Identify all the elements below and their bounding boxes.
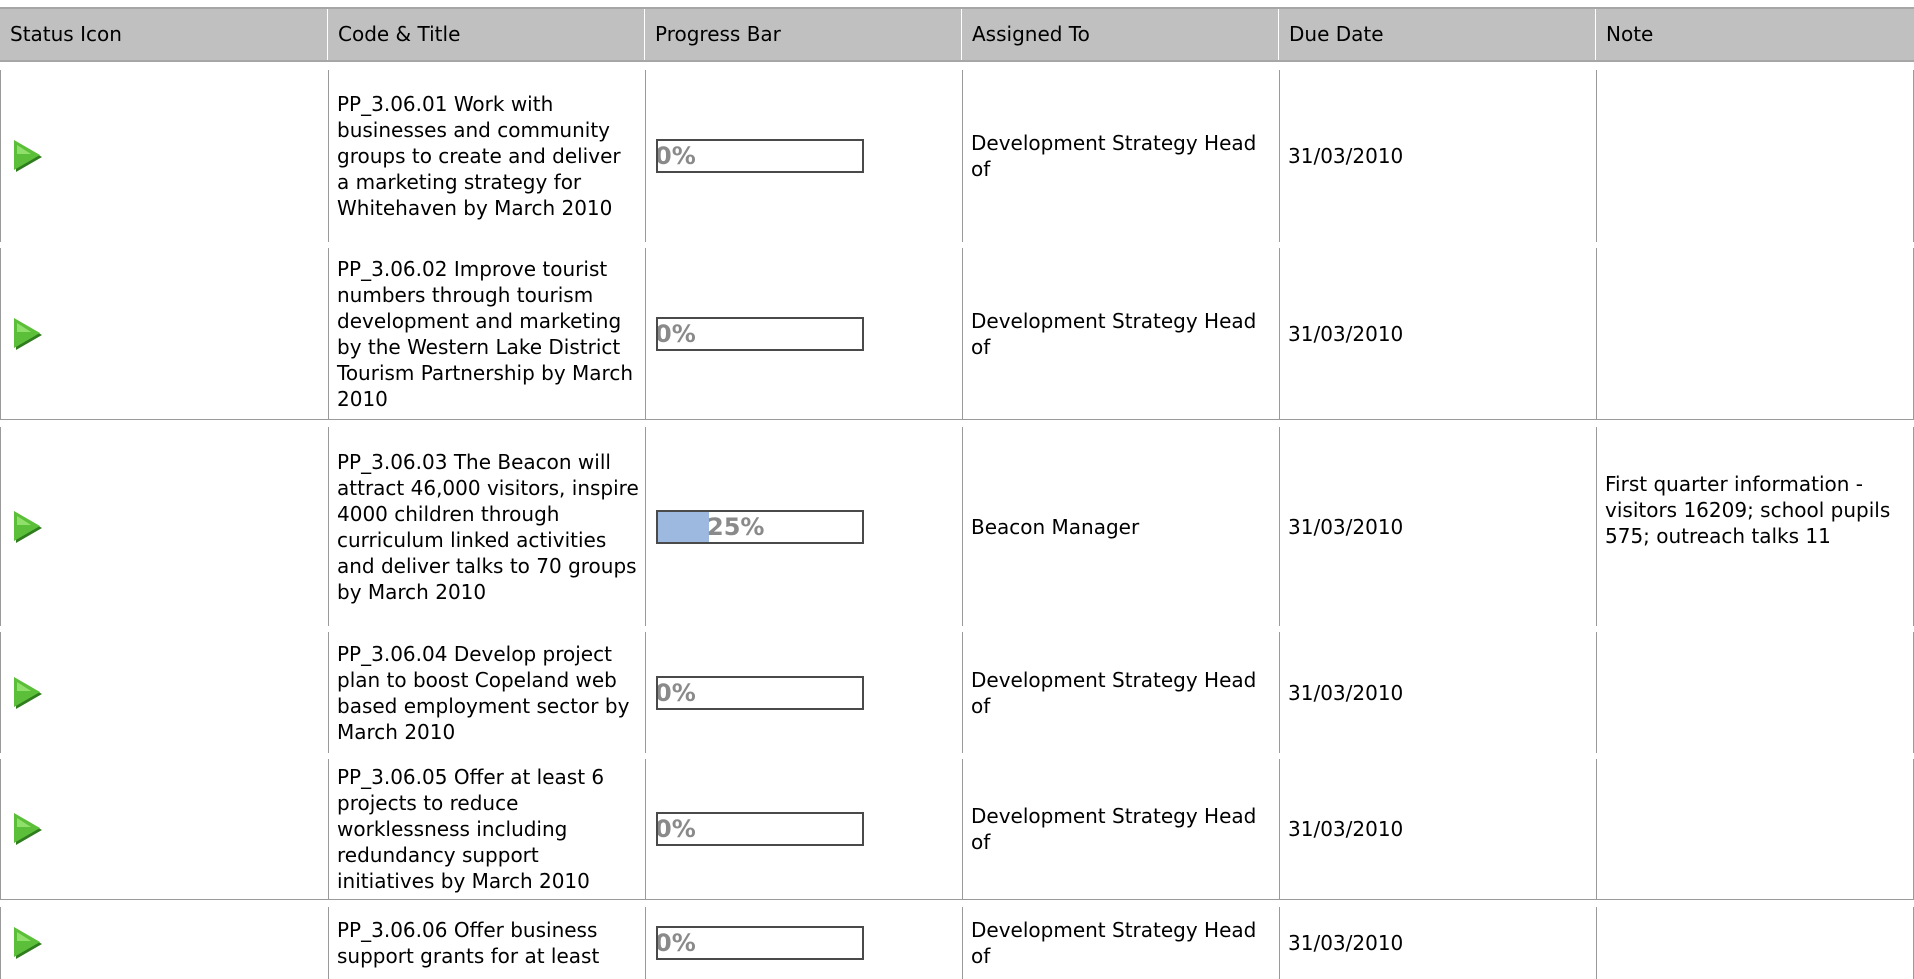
status-cell	[1, 248, 328, 419]
progress-cell: 0%	[645, 70, 962, 242]
action-title[interactable]: PP_3.06.05 Offer at least 6 projects to …	[337, 764, 639, 894]
status-cell	[1, 907, 328, 979]
status-cell	[1, 427, 328, 626]
progress-cell: 0%	[645, 632, 962, 753]
due-date-cell: 31/03/2010	[1279, 632, 1596, 753]
title-cell: PP_3.06.06 Offer business support grants…	[328, 907, 645, 979]
progress-label: 0%	[656, 319, 696, 348]
title-cell: PP_3.06.05 Offer at least 6 projects to …	[328, 759, 645, 899]
table-row[interactable]: PP_3.06.03 The Beacon will attract 46,00…	[0, 427, 1914, 626]
assigned-cell: Development Strategy Head of	[962, 759, 1279, 899]
title-cell: PP_3.06.03 The Beacon will attract 46,00…	[328, 427, 645, 626]
progress-cell: 0%	[645, 248, 962, 419]
status-cell	[1, 632, 328, 753]
progress-cell: 0%	[645, 759, 962, 899]
note-cell	[1596, 759, 1914, 899]
progress-label: 0%	[656, 678, 696, 707]
title-cell: PP_3.06.04 Develop project plan to boost…	[328, 632, 645, 753]
table-header: Status Icon Code & Title Progress Bar As…	[0, 7, 1914, 62]
title-cell: PP_3.06.01 Work with businesses and comm…	[328, 70, 645, 242]
due-date-cell: 31/03/2010	[1279, 759, 1596, 899]
table-row[interactable]: PP_3.06.01 Work with businesses and comm…	[0, 70, 1914, 242]
column-header-code-title[interactable]: Code & Title	[327, 9, 644, 60]
progress-label: 0%	[656, 815, 696, 843]
status-cell	[1, 70, 328, 242]
assigned-to: Beacon Manager	[971, 514, 1140, 539]
progress-bar-fill	[658, 511, 709, 542]
action-title[interactable]: PP_3.06.03 The Beacon will attract 46,00…	[337, 449, 639, 605]
progress-bar: 0%	[656, 812, 864, 846]
due-date: 31/03/2010	[1288, 514, 1404, 539]
green-play-icon[interactable]	[13, 139, 43, 173]
note-cell	[1596, 632, 1914, 753]
assigned-cell: Development Strategy Head of	[962, 248, 1279, 419]
green-play-icon[interactable]	[13, 317, 43, 351]
table-row[interactable]: PP_3.06.06 Offer business support grants…	[0, 907, 1914, 979]
due-date: 31/03/2010	[1288, 680, 1404, 705]
due-date-cell: 31/03/2010	[1279, 907, 1596, 979]
status-cell	[1, 759, 328, 899]
assigned-to: Development Strategy Head of	[971, 667, 1257, 718]
due-date-cell: 31/03/2010	[1279, 427, 1596, 626]
action-title[interactable]: PP_3.06.01 Work with businesses and comm…	[337, 91, 639, 221]
table-row[interactable]: PP_3.06.04 Develop project plan to boost…	[0, 632, 1914, 753]
progress-cell: 0%	[645, 907, 962, 979]
assigned-cell: Beacon Manager	[962, 427, 1279, 626]
due-date-cell: 31/03/2010	[1279, 248, 1596, 419]
progress-bar: 25%	[656, 509, 864, 544]
assigned-cell: Development Strategy Head of	[962, 907, 1279, 979]
progress-bar: 0%	[656, 316, 864, 351]
green-play-icon[interactable]	[13, 676, 43, 710]
due-date: 31/03/2010	[1288, 817, 1404, 841]
progress-bar: 0%	[656, 139, 864, 173]
note-cell	[1596, 70, 1914, 242]
due-date: 31/03/2010	[1288, 144, 1404, 168]
assigned-to: Development Strategy Head of	[971, 918, 1257, 968]
table-body: PP_3.06.01 Work with businesses and comm…	[0, 70, 1914, 979]
note-cell: First quarter information - visitors 162…	[1596, 427, 1914, 626]
column-header-note[interactable]: Note	[1595, 9, 1914, 60]
column-header-status-icon[interactable]: Status Icon	[0, 9, 327, 60]
progress-label: 25%	[707, 512, 765, 541]
note-cell	[1596, 248, 1914, 419]
progress-bar: 0%	[656, 926, 864, 960]
assigned-cell: Development Strategy Head of	[962, 70, 1279, 242]
green-play-icon[interactable]	[13, 926, 43, 960]
green-play-icon[interactable]	[13, 812, 43, 846]
action-table: Status Icon Code & Title Progress Bar As…	[0, 7, 1914, 979]
column-header-progress-bar[interactable]: Progress Bar	[644, 9, 961, 60]
assigned-to: Development Strategy Head of	[971, 804, 1257, 854]
column-header-due-date[interactable]: Due Date	[1278, 9, 1595, 60]
title-cell: PP_3.06.02 Improve tourist numbers throu…	[328, 248, 645, 419]
progress-label: 0%	[656, 929, 696, 957]
note-cell	[1596, 907, 1914, 979]
due-date: 31/03/2010	[1288, 321, 1404, 346]
note-text: First quarter information - visitors 162…	[1605, 472, 1891, 548]
progress-bar: 0%	[656, 675, 864, 710]
green-play-icon[interactable]	[13, 510, 43, 544]
assigned-to: Development Strategy Head of	[971, 131, 1257, 181]
table-row[interactable]: PP_3.06.02 Improve tourist numbers throu…	[0, 248, 1914, 420]
due-date: 31/03/2010	[1288, 931, 1404, 955]
table-row[interactable]: PP_3.06.05 Offer at least 6 projects to …	[0, 759, 1914, 900]
action-title[interactable]: PP_3.06.02 Improve tourist numbers throu…	[337, 256, 639, 412]
column-header-assigned-to[interactable]: Assigned To	[961, 9, 1278, 60]
progress-label: 0%	[656, 142, 696, 170]
action-title[interactable]: PP_3.06.04 Develop project plan to boost…	[337, 641, 639, 745]
assigned-to: Development Strategy Head of	[971, 308, 1257, 359]
action-title[interactable]: PP_3.06.06 Offer business support grants…	[337, 917, 639, 969]
due-date-cell: 31/03/2010	[1279, 70, 1596, 242]
assigned-cell: Development Strategy Head of	[962, 632, 1279, 753]
progress-cell: 25%	[645, 427, 962, 626]
